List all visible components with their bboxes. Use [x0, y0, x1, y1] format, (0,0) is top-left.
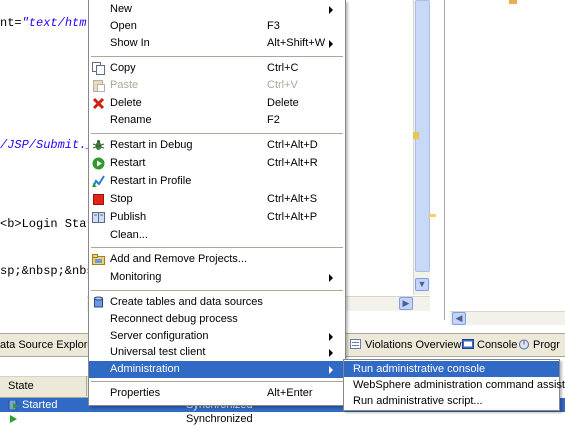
editor-vertical-scrollbar[interactable]: ▼	[413, 0, 430, 295]
submenu-arrow-icon	[329, 349, 333, 357]
submenu-item-run-admin-script[interactable]: Run administrative script...	[344, 393, 559, 409]
server-state: Started	[22, 399, 58, 411]
publish-icon	[92, 211, 105, 224]
marker-icon	[509, 0, 517, 4]
console-icon	[462, 338, 474, 349]
copy-icon	[92, 62, 105, 75]
profile-icon	[92, 175, 105, 188]
menu-item-rename[interactable]: Rename F2	[89, 112, 345, 129]
restart-icon	[92, 157, 105, 170]
code-line: /JSP/Submit._	[0, 138, 94, 152]
menu-item-copy[interactable]: Copy Ctrl+C	[89, 60, 345, 77]
column-divider[interactable]	[86, 376, 87, 396]
tab-data-source-explorer[interactable]: ata Source Explorer	[0, 336, 97, 354]
scroll-down-button[interactable]: ▼	[415, 278, 429, 291]
module-icon	[8, 414, 18, 424]
table-row[interactable]: Synchronized	[0, 412, 565, 426]
menu-item-monitoring[interactable]: Monitoring	[89, 269, 345, 286]
annotation-marker[interactable]	[413, 132, 419, 139]
tab-progress[interactable]: Progr	[518, 336, 560, 354]
menu-item-server-configuration[interactable]: Server configuration	[89, 328, 345, 345]
outline-horizontal-scrollbar[interactable]: ◀	[450, 311, 565, 325]
menu-item-show-in[interactable]: Show In Alt+Shift+W	[89, 35, 345, 52]
menu-separator	[91, 247, 343, 248]
menu-item-restart-in-profile[interactable]: Restart in Profile	[89, 173, 345, 190]
stop-icon	[92, 193, 105, 206]
administration-submenu: Run administrative console WebSphere adm…	[343, 359, 565, 411]
scroll-left-button[interactable]: ◀	[452, 312, 466, 325]
menu-item-create-tables[interactable]: Create tables and data sources	[89, 294, 345, 311]
violations-icon	[350, 338, 362, 349]
menu-item-restart[interactable]: Restart Ctrl+Alt+R	[89, 155, 345, 172]
scroll-right-button[interactable]: ▶	[399, 297, 413, 310]
code-line: <b>Login Star	[0, 217, 94, 231]
submenu-arrow-icon	[329, 6, 333, 14]
tab-console[interactable]: Console	[462, 336, 517, 354]
debug-icon	[92, 139, 105, 152]
menu-item-add-remove-projects[interactable]: Add and Remove Projects...	[89, 251, 345, 268]
menu-item-administration[interactable]: Administration	[89, 361, 345, 378]
menu-item-restart-in-debug[interactable]: Restart in Debug Ctrl+Alt+D	[89, 137, 345, 154]
menu-item-stop[interactable]: Stop Ctrl+Alt+S	[89, 191, 345, 208]
column-header-state[interactable]: State	[8, 380, 34, 392]
code-line: sp;&nbsp;&nbs	[0, 264, 94, 278]
server-status: Synchronized	[186, 413, 253, 425]
menu-separator	[91, 56, 343, 57]
menu-item-new[interactable]: New	[89, 1, 345, 18]
menu-separator	[91, 381, 343, 382]
projects-icon	[92, 253, 105, 266]
submenu-item-run-admin-console[interactable]: Run administrative console	[344, 361, 559, 377]
menu-item-delete[interactable]: Delete Delete	[89, 95, 345, 112]
menu-item-clean[interactable]: Clean...	[89, 227, 345, 244]
menu-item-universal-test-client[interactable]: Universal test client	[89, 344, 345, 361]
submenu-arrow-icon	[329, 274, 333, 282]
submenu-arrow-icon	[329, 40, 333, 48]
paste-icon	[92, 79, 105, 92]
outline-pane	[444, 0, 565, 320]
menu-item-reconnect-debug[interactable]: Reconnect debug process	[89, 311, 345, 328]
database-icon	[92, 296, 105, 309]
context-menu: New Open F3 Show In Alt+Shift+W Copy Ctrl+C…	[88, 0, 346, 406]
annotation-marker[interactable]	[428, 214, 436, 217]
tab-violations-overview[interactable]: Violations Overview	[350, 336, 461, 354]
menu-item-properties[interactable]: Properties Alt+Enter	[89, 385, 345, 402]
progress-icon	[518, 338, 530, 350]
menu-separator	[91, 133, 343, 134]
menu-item-paste[interactable]: Paste Ctrl+V	[89, 77, 345, 94]
delete-icon	[92, 97, 105, 110]
code-line: nt="text/html	[0, 16, 94, 30]
submenu-arrow-icon	[329, 333, 333, 341]
submenu-arrow-icon	[329, 366, 333, 374]
submenu-item-websphere-command-assist[interactable]: WebSphere administration command assist	[344, 377, 565, 393]
menu-item-publish[interactable]: Publish Ctrl+Alt+P	[89, 209, 345, 226]
server-started-icon	[8, 399, 18, 411]
menu-separator	[91, 290, 343, 291]
menu-item-open[interactable]: Open F3	[89, 18, 345, 35]
